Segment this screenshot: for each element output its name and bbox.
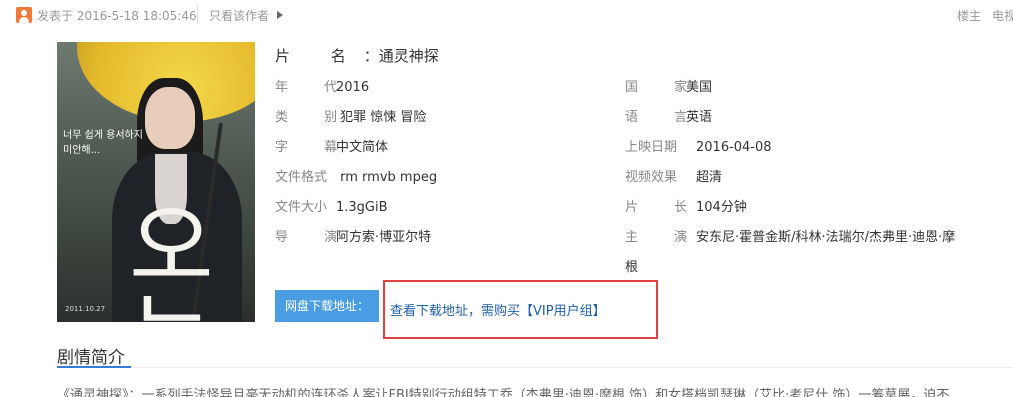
field-subtitle: 字 幕中文简体 [275, 140, 389, 155]
field-cast: 主 演安东尼·霍普金斯/科林·法瑞尔/杰弗里·迪恩·摩 [625, 230, 956, 245]
movie-poster-image: 너무 쉽게 용서하지 미안해... 오늘 2011.10.27 [57, 42, 255, 322]
poster-tagline: 너무 쉽게 용서하지 미안해... [63, 130, 143, 156]
play-icon[interactable] [277, 11, 283, 19]
post-date: 发表于 2016-5-18 18:05:46 [37, 9, 197, 23]
field-language: 语 言英语 [625, 110, 713, 125]
field-video-quality: 视频效果 超清 [625, 170, 723, 185]
plot-summary-text: 《通灵神探》：一系列手法怪异且毫无动机的连环杀人案让FBI特别行动组特工乔（杰弗… [57, 388, 950, 397]
field-genre: 类 别 犯罪 惊悚 冒险 [275, 110, 427, 125]
download-address-button[interactable]: 网盘下载地址： [275, 290, 379, 322]
poster-face [145, 87, 195, 149]
poster-date: 2011.10.27 [65, 305, 106, 313]
field-cast-continuation: 根 [625, 260, 639, 275]
only-author-link[interactable]: 只看该作者 [209, 7, 269, 24]
field-format: 文件格式 rm rmvb mpeg [275, 170, 438, 185]
field-country: 国 家美国 [625, 80, 713, 95]
plot-section-title: 剧情简介 [57, 348, 125, 368]
field-filesize: 文件大小 1.3gGiB [275, 200, 388, 215]
divider [197, 5, 198, 23]
field-director: 导 演阿方索·博亚尔特 [275, 230, 432, 245]
movie-name: 片 名：通灵神探 [275, 47, 439, 65]
poster-title-art: 오늘 [129, 194, 214, 323]
author-icon [16, 7, 32, 23]
section-divider [57, 367, 1013, 368]
field-runtime: 片 长104分钟 [625, 200, 747, 215]
field-release-date: 上映日期 2016-04-08 [625, 140, 772, 155]
floor-label: 楼主 [957, 9, 982, 23]
tv-link[interactable]: 电视 [992, 7, 1013, 24]
field-year: 年 代2016 [275, 80, 370, 95]
movie-name-value: 通灵神探 [378, 47, 439, 65]
post-header: 发表于 2016-5-18 18:05:46 只看该作者 楼主 电视 [0, 0, 1013, 30]
section-title-underline [57, 366, 131, 368]
view-download-link[interactable]: 查看下载地址，需购买【VIP用户组】 [390, 300, 606, 319]
